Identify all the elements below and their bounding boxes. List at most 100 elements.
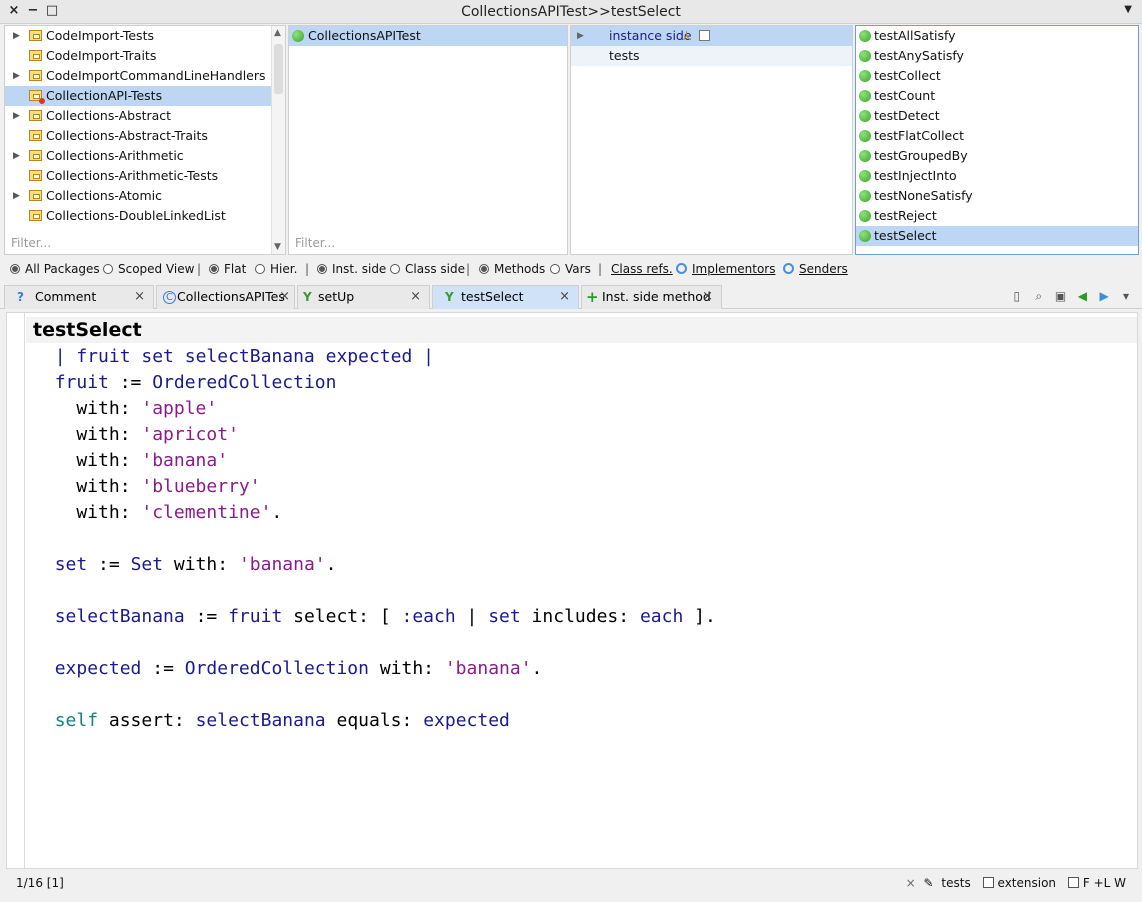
test-passed-icon[interactable] <box>859 70 871 82</box>
method-item[interactable]: testReject <box>856 206 1138 226</box>
status-right: × ✎ tests extension F +L W <box>905 876 1126 890</box>
scoped-view-radio[interactable]: Scoped View <box>103 258 194 280</box>
expand-arrow-icon[interactable]: ▶ <box>577 26 584 46</box>
class-pane: CollectionsAPITest Filter... <box>288 25 568 255</box>
package-item[interactable]: Collections-DoubleLinkedList <box>5 206 285 226</box>
package-item-selected[interactable]: CollectionAPI-Tests <box>5 86 285 106</box>
search-icon[interactable]: ⌕ <box>1031 289 1047 304</box>
expand-arrow-icon[interactable]: ▶ <box>13 146 20 166</box>
method-selector: testSelect <box>33 319 142 341</box>
close-icon[interactable]: × <box>559 286 570 308</box>
expand-arrow-icon[interactable]: ▶ <box>13 186 20 206</box>
protocol-item[interactable]: tests <box>571 46 852 66</box>
method-item-selected[interactable]: testSelect <box>856 226 1138 246</box>
senders-button[interactable]: Senders <box>783 258 848 280</box>
package-item[interactable]: Collections-Arithmetic-Tests <box>5 166 285 186</box>
radio-off-icon <box>550 264 560 274</box>
test-passed-icon[interactable] <box>859 130 871 142</box>
package-filter-input[interactable]: Filter... <box>5 232 285 254</box>
close-icon[interactable]: × <box>410 286 421 308</box>
code-editor[interactable]: testSelect | fruit set selectBanana expe… <box>6 312 1138 869</box>
flat-radio[interactable]: Flat <box>209 258 246 280</box>
class-filter-input[interactable]: Filter... <box>289 232 567 254</box>
class-refs-link[interactable]: Class refs. <box>611 258 673 280</box>
method-item[interactable]: testFlatCollect <box>856 126 1138 146</box>
back-arrow-icon[interactable]: ◀ <box>1074 289 1090 303</box>
protocol-label[interactable]: tests <box>941 876 970 890</box>
tab-setup[interactable]: Y setUp × <box>297 285 430 309</box>
clipboard-icon[interactable]: ▯ <box>1009 289 1025 303</box>
test-passed-icon[interactable] <box>859 190 871 202</box>
test-passed-icon[interactable] <box>859 210 871 222</box>
method-item[interactable]: testAllSatisfy <box>856 26 1138 46</box>
tab-testselect[interactable]: Y testSelect × <box>432 285 579 309</box>
package-icon <box>29 210 42 221</box>
test-passed-icon[interactable] <box>292 30 304 42</box>
package-item[interactable]: ▶ Collections-Abstract <box>5 106 285 126</box>
class-side-radio[interactable]: Class side <box>390 258 465 280</box>
method-item[interactable]: testCount <box>856 86 1138 106</box>
test-passed-icon[interactable] <box>859 170 871 182</box>
all-packages-radio[interactable]: All Packages <box>10 258 100 280</box>
browse-icon[interactable]: ▣ <box>1053 289 1069 303</box>
vars-radio[interactable]: Vars <box>550 258 591 280</box>
method-item[interactable]: testCollect <box>856 66 1138 86</box>
close-icon[interactable]: × <box>279 286 290 308</box>
radio-on-icon <box>209 264 219 274</box>
editor-gutter <box>7 313 25 868</box>
scroll-down-icon[interactable]: ▼ <box>274 242 281 252</box>
package-item[interactable]: ▶ Collections-Arithmetic <box>5 146 285 166</box>
protocol-item-selected[interactable]: ▶ instance side ⅄ <box>571 26 852 46</box>
package-item[interactable]: Collections-Abstract-Traits <box>5 126 285 146</box>
window-menu-icon[interactable]: ▼ <box>1124 4 1132 15</box>
flags-checkbox[interactable] <box>1067 877 1079 888</box>
toolbar-divider: | <box>197 262 202 276</box>
method-item[interactable]: testNoneSatisfy <box>856 186 1138 206</box>
close-icon[interactable]: × <box>702 286 713 308</box>
package-icon <box>29 70 42 81</box>
tab-new-method[interactable]: + Inst. side method × <box>581 285 722 309</box>
test-passed-icon[interactable] <box>859 50 871 62</box>
expand-arrow-icon[interactable]: ▶ <box>13 106 20 126</box>
implementors-button[interactable]: Implementors <box>676 258 775 280</box>
package-scrollbar[interactable]: ▲ ▼ <box>271 26 285 254</box>
expand-arrow-icon[interactable]: ▶ <box>13 26 20 46</box>
test-passed-icon[interactable] <box>859 110 871 122</box>
package-item[interactable]: ▶ CodeImportCommandLineHandlers <box>5 66 285 86</box>
protocol-checkbox[interactable] <box>699 30 710 41</box>
method-item[interactable]: testAnySatisfy <box>856 46 1138 66</box>
scroll-up-icon[interactable]: ▲ <box>274 28 281 38</box>
methods-radio[interactable]: Methods <box>479 258 545 280</box>
tab-class[interactable]: C CollectionsAPITes × <box>156 285 295 309</box>
close-icon[interactable]: × <box>134 286 145 308</box>
search-icon <box>783 263 794 274</box>
class-item-selected[interactable]: CollectionsAPITest <box>289 26 567 46</box>
inst-side-radio[interactable]: Inst. side <box>317 258 386 280</box>
expand-arrow-icon[interactable]: ▶ <box>13 66 20 86</box>
extension-checkbox[interactable] <box>982 877 994 888</box>
package-item[interactable]: ▶ Collections-Atomic <box>5 186 285 206</box>
code-text[interactable]: testSelect | fruit set selectBanana expe… <box>33 317 716 734</box>
hierarchy-radio[interactable]: Hier. <box>255 258 297 280</box>
package-item[interactable]: ▶ CodeImport-Tests <box>5 26 285 46</box>
pencil-icon[interactable]: ✎ <box>924 876 934 890</box>
tab-comment[interactable]: ? Comment × <box>4 285 154 309</box>
method-item[interactable]: testDetect <box>856 106 1138 126</box>
test-passed-icon[interactable] <box>859 30 871 42</box>
forward-arrow-icon[interactable]: ▶ <box>1096 289 1112 303</box>
package-icon <box>29 190 42 201</box>
package-item[interactable]: CodeImport-Traits <box>5 46 285 66</box>
package-icon <box>29 30 42 41</box>
method-item[interactable]: testGroupedBy <box>856 146 1138 166</box>
test-passed-icon[interactable] <box>859 90 871 102</box>
package-icon <box>29 130 42 141</box>
close-icon[interactable]: × <box>906 876 916 890</box>
test-passed-icon[interactable] <box>859 150 871 162</box>
add-icon: + <box>586 288 599 306</box>
method-item[interactable]: testInjectInto <box>856 166 1138 186</box>
window-title: CollectionsAPITest>>testSelect <box>461 4 681 20</box>
test-passed-icon[interactable] <box>859 230 871 242</box>
package-pane: ▶ CodeImport-Tests CodeImport-Traits ▶ C… <box>4 25 286 255</box>
scroll-thumb[interactable] <box>274 44 283 94</box>
chevron-down-icon[interactable]: ▾ <box>1118 289 1134 303</box>
